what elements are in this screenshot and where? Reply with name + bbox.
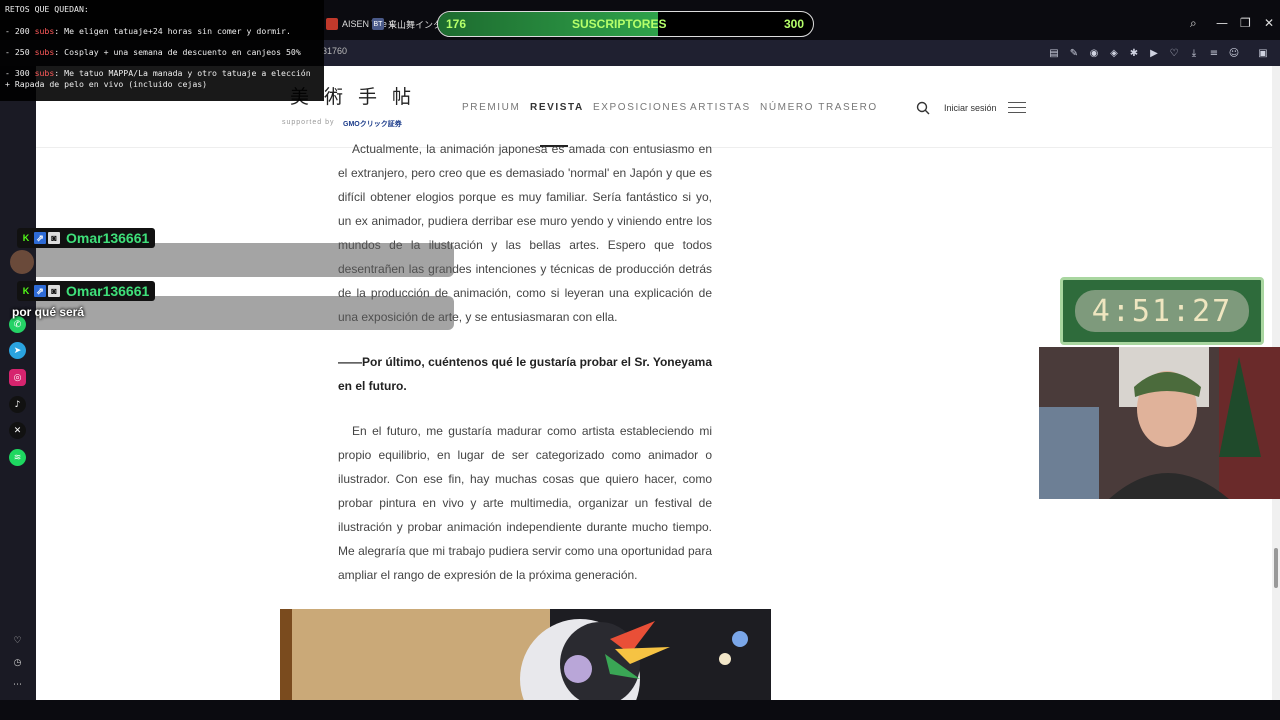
minimize-icon[interactable]: —: [1216, 16, 1228, 30]
profile-icon[interactable]: ☺: [1226, 45, 1242, 61]
login-link[interactable]: Iniciar sesión: [944, 103, 997, 113]
chat-username-tag: K ⇗ ◙ Omar136661: [17, 228, 156, 248]
extension-icon[interactable]: ✱: [1126, 45, 1142, 61]
spotify-icon[interactable]: ≋: [9, 449, 26, 466]
challenge-item: - 200 subs: Me eligen tatuaje+24 horas s…: [5, 26, 291, 36]
badge-icon: ◙: [48, 285, 60, 297]
challenge-item: + Rapada de pelo en vivo (incluido cejas…: [5, 79, 208, 89]
subscriber-count: 176: [446, 17, 467, 31]
chat-username-tag: K ⇗ ◙ Omar136661: [17, 281, 156, 301]
subscriber-goal-bar: 176 SUSCRIPTORES 300: [437, 11, 814, 37]
tab-favicon-icon: BT: [372, 18, 384, 30]
webcam-feed: [1039, 347, 1280, 499]
menu-lines-icon[interactable]: ≡: [1206, 45, 1222, 61]
heart-icon[interactable]: ♡: [9, 632, 26, 649]
hamburger-menu-icon[interactable]: [1008, 102, 1026, 114]
edit-icon[interactable]: ✎: [1066, 45, 1082, 61]
sponsor-logo[interactable]: GMOクリック証券: [343, 119, 402, 129]
subscriber-goal: 300: [784, 17, 805, 31]
chat-avatar: [10, 250, 34, 274]
timer-text: 4:51:27: [1091, 294, 1233, 329]
more-icon[interactable]: ⋯: [9, 676, 26, 693]
challenge-item: - 300 subs: Me tatuo MAPPA/La manada y o…: [5, 68, 311, 78]
chat-username: Omar136661: [66, 230, 150, 246]
maximize-icon[interactable]: ❐: [1240, 16, 1251, 30]
search-icon[interactable]: [916, 101, 930, 115]
taskbar: [0, 700, 1280, 720]
subathon-timer: 4:51:27: [1060, 277, 1264, 345]
chat-message-bar: [36, 296, 454, 330]
reader-icon[interactable]: ▤: [1046, 45, 1062, 61]
challenges-overlay: RETOS QUE QUEDAN: - 200 subs: Me eligen …: [0, 0, 324, 101]
chat-message: por qué será: [12, 305, 85, 319]
history-icon[interactable]: ◷: [9, 654, 26, 671]
badge-icon: ⇗: [34, 232, 46, 244]
camera-icon[interactable]: ◉: [1086, 45, 1102, 61]
nav-numero-trasero[interactable]: NÚMERO TRASERO: [760, 102, 878, 113]
nav-exposiciones[interactable]: EXPOSICIONES: [593, 102, 688, 113]
tiktok-icon[interactable]: ♪: [9, 396, 26, 413]
challenge-item: - 250 subs: Cosplay + una semana de desc…: [5, 47, 301, 57]
x-icon[interactable]: ✕: [9, 422, 26, 439]
badge-icon: ⇗: [34, 285, 46, 297]
article-image: [280, 609, 771, 700]
chat-username: Omar136661: [66, 283, 150, 299]
badge-icon: ◙: [48, 232, 60, 244]
shield-icon[interactable]: ◈: [1106, 45, 1122, 61]
instagram-icon[interactable]: ◎: [9, 369, 26, 386]
chat-message-bar: [36, 243, 454, 277]
scrollbar-thumb[interactable]: [1274, 548, 1278, 588]
nav-premium[interactable]: PREMIUM: [462, 102, 520, 113]
nav-revista[interactable]: REVISTA: [530, 102, 584, 113]
challenges-title: RETOS QUE QUEDAN:: [5, 4, 89, 14]
subscriber-label: SUSCRIPTORES: [572, 17, 667, 31]
sidebar-toggle-icon[interactable]: ▣: [1255, 45, 1271, 61]
kick-icon: K: [22, 233, 30, 243]
supported-by-text: supported by: [282, 119, 335, 126]
play-icon[interactable]: ▶: [1146, 45, 1162, 61]
article-paragraph: En el futuro, me gustaría madurar como a…: [338, 424, 712, 582]
timer-face: 4:51:27: [1075, 290, 1249, 332]
tab-favicon-icon: [326, 18, 338, 30]
telegram-icon[interactable]: ➤: [9, 342, 26, 359]
interview-question: ——Por último, cuéntenos qué le gustaría …: [338, 355, 712, 393]
close-icon[interactable]: ✕: [1264, 16, 1274, 30]
heart-icon[interactable]: ♡: [1166, 45, 1182, 61]
screen: AISEN The C BT 米山舞インタビ ⌕ — ❐ ✕ 31760 ▤ ✎…: [0, 0, 1280, 720]
nav-artistas[interactable]: ARTISTAS: [690, 102, 751, 113]
url-text[interactable]: 31760: [322, 46, 347, 56]
kick-icon: K: [22, 286, 30, 296]
browser-sidebar: [0, 66, 36, 720]
download-icon[interactable]: ⤓: [1186, 45, 1202, 61]
search-tabs-icon[interactable]: ⌕: [1190, 16, 1197, 31]
